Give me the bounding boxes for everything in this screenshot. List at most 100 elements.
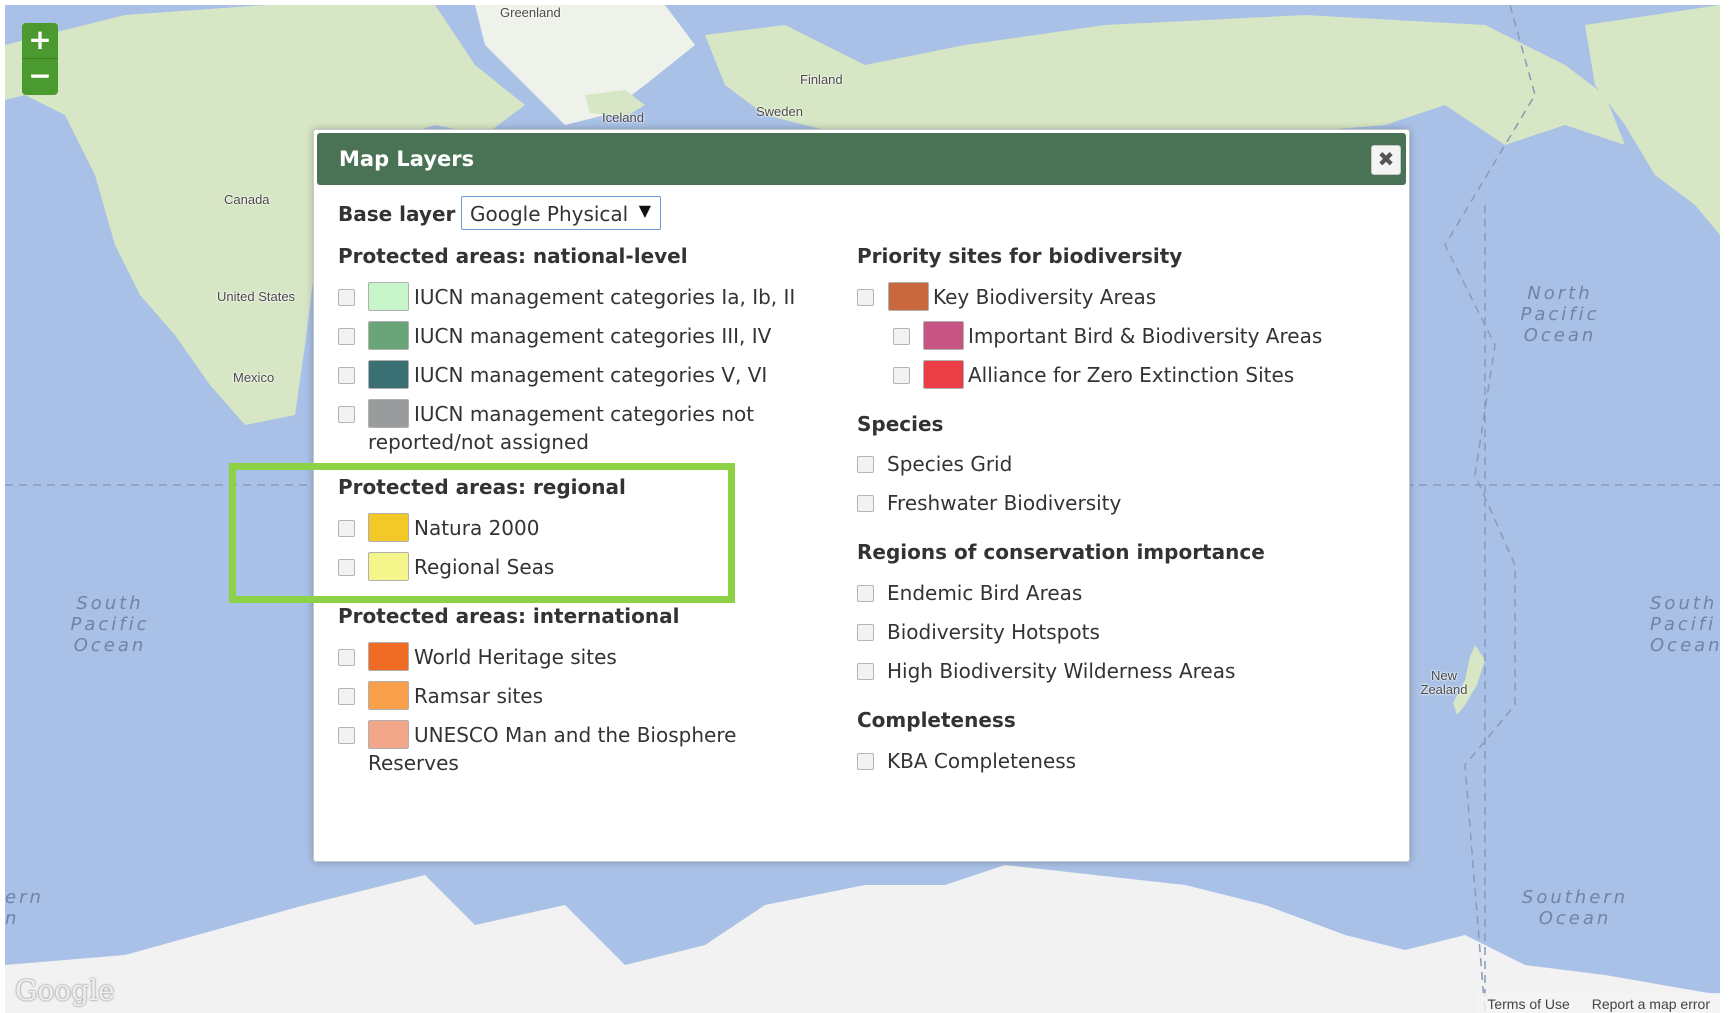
section-title-species: Species — [857, 412, 944, 436]
zoom-out-button[interactable]: − — [22, 59, 58, 95]
layer-row-natura-2000[interactable]: Natura 2000 — [338, 512, 738, 544]
layer-row-iucn-iii-iv[interactable]: IUCN management categories III, IV — [338, 320, 818, 352]
layer-checkbox[interactable] — [857, 663, 874, 680]
report-map-error-link[interactable]: Report a map error — [1592, 996, 1710, 1012]
base-layer-select[interactable]: Google Physical ▼ — [461, 196, 661, 230]
layer-checkbox[interactable] — [338, 559, 355, 576]
dropdown-caret-icon: ▼ — [638, 201, 651, 220]
layer-label: Key Biodiversity Areas — [933, 285, 1157, 309]
layer-label: Species Grid — [887, 452, 1013, 476]
map-label-canada: Canada — [224, 192, 270, 207]
layer-label: World Heritage sites — [414, 645, 617, 669]
legend-swatch — [368, 681, 409, 710]
layer-checkbox[interactable] — [857, 585, 874, 602]
map-label-finland: Finland — [800, 72, 843, 87]
layer-label: Regional Seas — [414, 555, 555, 579]
layer-row-iucn-ia-ib-ii[interactable]: IUCN management categories Ia, Ib, II — [338, 281, 818, 313]
layer-row-species-grid[interactable]: Species Grid — [857, 448, 1257, 480]
layer-checkbox[interactable] — [338, 367, 355, 384]
layer-checkbox[interactable] — [893, 367, 910, 384]
layer-row-ibba[interactable]: Important Bird & Biodiversity Areas — [893, 320, 1393, 352]
legend-swatch — [923, 360, 964, 389]
layer-row-aze[interactable]: Alliance for Zero Extinction Sites — [893, 359, 1393, 391]
legend-swatch — [368, 321, 409, 350]
layer-row-ramsar[interactable]: Ramsar sites — [338, 680, 738, 712]
layer-checkbox[interactable] — [857, 456, 874, 473]
layer-checkbox[interactable] — [338, 688, 355, 705]
layer-label: IUCN management categories III, IV — [414, 324, 772, 348]
legend-swatch — [368, 282, 409, 311]
ocean-label-south-pacific-left: South Pacific Ocean — [70, 593, 150, 656]
layer-label: UNESCO Man and the Biosphere Reserves — [368, 723, 737, 775]
close-icon: ✖ — [1377, 147, 1395, 171]
dialog-title: Map Layers — [339, 147, 475, 171]
google-logo: Google — [15, 974, 115, 1007]
layer-checkbox[interactable] — [338, 649, 355, 666]
ocean-label-south-pacific-right: South Pacifi Ocean — [1650, 593, 1720, 656]
section-title-regional: Protected areas: regional — [338, 475, 626, 499]
screenshot-stage: Greenland Finland Iceland Sweden Canada … — [0, 0, 1732, 1013]
layer-checkbox[interactable] — [893, 328, 910, 345]
layer-checkbox[interactable] — [338, 289, 355, 306]
layer-label: IUCN management categories V, VI — [414, 363, 768, 387]
layer-label: Alliance for Zero Extinction Sites — [968, 363, 1295, 387]
layer-row-kba[interactable]: Key Biodiversity Areas — [857, 281, 1357, 313]
map-layers-dialog: Map Layers ✖ Base layer Google Physical … — [313, 129, 1410, 862]
layer-label: IUCN management categories Ia, Ib, II — [414, 285, 796, 309]
map-attribution: Terms of Use Report a map error — [1477, 993, 1720, 1013]
map-label-new-zealand: New Zealand — [1420, 668, 1468, 697]
section-title-priority-sites: Priority sites for biodiversity — [857, 244, 1183, 268]
map-label-sweden: Sweden — [756, 104, 803, 119]
layer-checkbox[interactable] — [338, 406, 355, 423]
legend-swatch — [888, 282, 929, 311]
legend-swatch — [923, 321, 964, 350]
layer-checkbox[interactable] — [857, 624, 874, 641]
layer-label: Important Bird & Biodiversity Areas — [968, 324, 1323, 348]
layer-checkbox[interactable] — [857, 289, 874, 306]
section-title-national: Protected areas: national-level — [338, 244, 688, 268]
layer-label: Biodiversity Hotspots — [887, 620, 1100, 644]
layer-checkbox[interactable] — [338, 520, 355, 537]
map-label-greenland: Greenland — [500, 5, 561, 20]
layer-checkbox[interactable] — [338, 727, 355, 744]
layer-label: Ramsar sites — [414, 684, 543, 708]
layer-label: KBA Completeness — [887, 749, 1077, 773]
layer-checkbox[interactable] — [857, 495, 874, 512]
layer-row-kba-completeness[interactable]: KBA Completeness — [857, 745, 1257, 777]
ocean-label-southern-left-partial: ern n — [5, 887, 44, 929]
zoom-control: + − — [22, 23, 58, 95]
legend-swatch — [368, 360, 409, 389]
terms-of-use-link[interactable]: Terms of Use — [1487, 996, 1569, 1012]
ocean-label-southern: Southern Ocean — [1521, 887, 1629, 929]
layer-checkbox[interactable] — [857, 753, 874, 770]
layer-checkbox[interactable] — [338, 328, 355, 345]
layer-row-endemic-bird-areas[interactable]: Endemic Bird Areas — [857, 577, 1257, 609]
layer-row-hbwa[interactable]: High Biodiversity Wilderness Areas — [857, 655, 1277, 687]
map-label-united-states: United States — [217, 289, 296, 304]
layer-row-unesco-mab[interactable]: UNESCO Man and the Biosphere Reserves — [338, 719, 758, 779]
legend-swatch — [368, 513, 409, 542]
legend-swatch — [368, 642, 409, 671]
layer-row-iucn-not-assigned[interactable]: IUCN management categories not reported/… — [338, 398, 818, 458]
layer-label: High Biodiversity Wilderness Areas — [887, 659, 1236, 683]
map-label-iceland: Iceland — [602, 110, 644, 125]
section-title-completeness: Completeness — [857, 708, 1016, 732]
layer-row-regional-seas[interactable]: Regional Seas — [338, 551, 738, 583]
layer-row-iucn-v-vi[interactable]: IUCN management categories V, VI — [338, 359, 818, 391]
section-title-international: Protected areas: international — [338, 604, 680, 628]
layer-row-world-heritage[interactable]: World Heritage sites — [338, 641, 738, 673]
legend-swatch — [368, 552, 409, 581]
close-button[interactable]: ✖ — [1371, 145, 1401, 175]
layer-label: Freshwater Biodiversity — [887, 491, 1122, 515]
base-layer-label: Base layer — [338, 202, 456, 226]
layer-row-freshwater[interactable]: Freshwater Biodiversity — [857, 487, 1257, 519]
layer-label: IUCN management categories not reported/… — [368, 402, 755, 454]
section-title-regions-conservation: Regions of conservation importance — [857, 540, 1265, 564]
map-label-mexico: Mexico — [233, 370, 275, 385]
zoom-in-button[interactable]: + — [22, 23, 58, 59]
dialog-header: Map Layers ✖ — [317, 133, 1406, 185]
base-layer-selected-value: Google Physical — [470, 202, 629, 226]
layer-label: Natura 2000 — [414, 516, 540, 540]
layer-label: Endemic Bird Areas — [887, 581, 1083, 605]
layer-row-biodiversity-hotspots[interactable]: Biodiversity Hotspots — [857, 616, 1257, 648]
